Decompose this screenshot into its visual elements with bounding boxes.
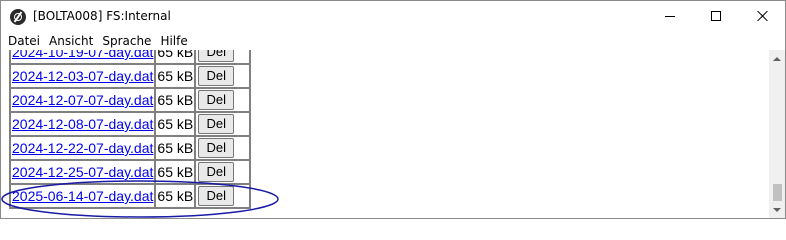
table-row: 2024-12-03-07-day.dat 65 kB Del (10, 64, 251, 88)
file-size: 65 kB (155, 136, 196, 160)
minimize-icon (665, 15, 675, 17)
window-title: [BOLTA008] FS:Internal (33, 9, 171, 23)
file-link[interactable]: 2025-06-14-07-day.dat (12, 188, 153, 204)
maximize-button[interactable] (693, 1, 739, 31)
file-link[interactable]: 2024-12-08-07-day.dat (12, 116, 153, 132)
close-button[interactable] (739, 1, 785, 31)
table-row: 2025-06-14-07-day.dat 65 kB Del (10, 184, 251, 208)
table-row: 2024-12-08-07-day.dat 65 kB Del (10, 112, 251, 136)
delete-button[interactable]: Del (198, 186, 235, 206)
table-row: 2024-12-22-07-day.dat 65 kB Del (10, 136, 251, 160)
scroll-up-button[interactable] (769, 50, 785, 67)
file-link[interactable]: 2024-12-25-07-day.dat (12, 164, 153, 180)
maximize-icon (711, 11, 721, 21)
delete-button[interactable]: Del (198, 162, 235, 182)
file-size: 65 kB (155, 50, 196, 64)
menu-bar: Datei Ansicht Sprache Hilfe (1, 32, 785, 50)
file-size: 65 kB (155, 88, 196, 112)
table-row: 2024-10-19-07-day.dat 65 kB Del (10, 50, 251, 64)
table-row: 2024-12-25-07-day.dat 65 kB Del (10, 160, 251, 184)
app-logo-icon (10, 9, 26, 25)
file-link[interactable]: 2024-12-22-07-day.dat (12, 140, 153, 156)
app-window: [BOLTA008] FS:Internal Datei Ansicht Spr… (0, 0, 786, 219)
file-size: 65 kB (155, 64, 196, 88)
file-size: 65 kB (155, 184, 196, 208)
table-row: 2024-12-07-07-day.dat 65 kB Del (10, 88, 251, 112)
delete-button[interactable]: Del (198, 138, 235, 158)
delete-button[interactable]: Del (198, 114, 235, 134)
chevron-down-icon (773, 207, 781, 212)
scroll-down-button[interactable] (769, 201, 785, 218)
menu-ansicht[interactable]: Ansicht (45, 32, 98, 50)
delete-button[interactable]: Del (198, 90, 235, 110)
minimize-button[interactable] (647, 1, 693, 31)
menu-hilfe[interactable]: Hilfe (156, 32, 192, 50)
chevron-up-icon (773, 56, 781, 61)
delete-button[interactable]: Del (198, 50, 235, 62)
file-link[interactable]: 2024-12-03-07-day.dat (12, 68, 153, 84)
file-table: 2024-10-19-07-day.dat 65 kB Del 2024-12-… (9, 50, 252, 209)
file-size: 65 kB (155, 160, 196, 184)
title-bar[interactable]: [BOLTA008] FS:Internal (1, 1, 785, 31)
file-link[interactable]: 2024-10-19-07-day.dat (12, 50, 153, 60)
delete-button[interactable]: Del (198, 66, 235, 86)
menu-sprache[interactable]: Sprache (98, 32, 156, 50)
file-link[interactable]: 2024-12-07-07-day.dat (12, 92, 153, 108)
close-icon (756, 10, 768, 22)
scrollbar-thumb[interactable] (773, 184, 782, 201)
vertical-scrollbar[interactable] (769, 50, 785, 218)
file-list-view: 2024-10-19-07-day.dat 65 kB Del 2024-12-… (1, 50, 769, 218)
menu-datei[interactable]: Datei (4, 32, 45, 50)
file-size: 65 kB (155, 112, 196, 136)
